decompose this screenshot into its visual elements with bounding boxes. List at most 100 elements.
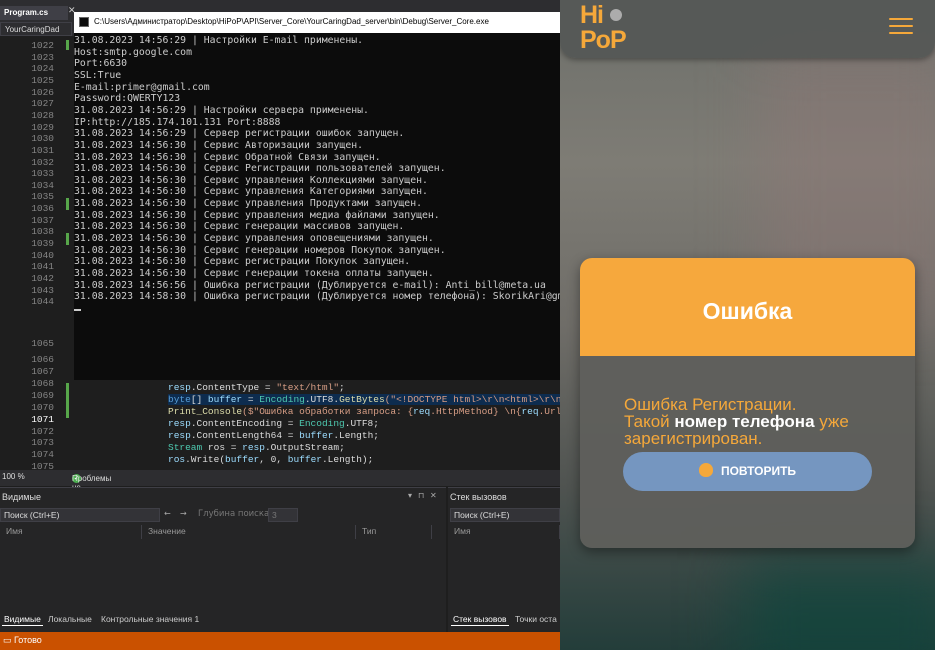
column-header-value[interactable]: Значение <box>142 525 356 539</box>
line-number: 1032 <box>31 156 54 168</box>
console-line: 31.08.2023 14:56:30 | Сервис управления … <box>74 233 434 245</box>
depth-label: Глубина поиска: <box>198 509 273 519</box>
code-line-1074: resp.ContentLength64 = buffer.Length; <box>168 430 379 441</box>
line-number: 1070 <box>31 401 54 413</box>
retry-button[interactable]: ПОВТОРИТЬ <box>623 452 872 491</box>
change-marker <box>66 233 69 245</box>
change-marker <box>66 198 69 210</box>
line-number: 1044 <box>31 296 54 308</box>
locals-panel: Видимые ▾ ⊓ ✕ Поиск (Ctrl+E) ← → Глубина… <box>0 487 446 632</box>
console-line: 31.08.2023 14:58:30 | Ошибка регистрации… <box>74 291 560 303</box>
line-number: 1028 <box>31 109 54 121</box>
pin-icon[interactable]: ⊓ <box>418 491 424 500</box>
dialog-header: Ошибка <box>580 258 915 356</box>
depth-select[interactable]: 3 <box>268 508 298 522</box>
line-number: 1023 <box>31 51 54 63</box>
console-window[interactable]: C:\Users\Администратор\Desktop\HiPoP\API… <box>74 12 560 380</box>
console-line: 31.08.2023 14:56:30 | Сервис регистрации… <box>74 256 411 268</box>
line-number: 1031 <box>31 144 54 156</box>
column-header-name[interactable]: Имя <box>0 525 142 539</box>
dropdown-icon[interactable]: ▾ <box>408 491 412 500</box>
console-line: E-mail:primer@gmail.com <box>74 81 210 93</box>
visual-studio-window: Program.cs ✕ YourCaringDad 1022 1023 1024 1… <box>0 0 560 650</box>
search-input[interactable]: Поиск (Ctrl+E) <box>450 508 560 522</box>
console-line: Port:6630 <box>74 58 128 70</box>
console-line: Host:smtp.google.com <box>74 46 192 58</box>
dialog-title: Ошибка <box>702 298 793 324</box>
line-number: 1067 <box>31 366 54 377</box>
line-number: 1030 <box>31 133 54 145</box>
line-number: 1042 <box>31 273 54 284</box>
line-number: 1040 <box>31 249 54 261</box>
console-line: 31.08.2023 14:56:30 | Сервис генерации т… <box>74 268 434 279</box>
change-marker <box>66 383 69 418</box>
console-line: IP:http://185.174.101.131 Port:8888 <box>74 116 281 128</box>
console-line: 31.08.2023 14:56:30 | Сервис управления … <box>74 209 440 221</box>
console-line: 31.08.2023 14:56:30 | Сервис управления … <box>74 198 422 210</box>
code-line-1075: Stream ros = resp.OutputStream; <box>168 442 345 453</box>
console-title-bar[interactable]: C:\Users\Администратор\Desktop\HiPoP\API… <box>74 12 560 33</box>
line-number: 1029 <box>31 121 54 133</box>
zoom-level[interactable]: 100 % <box>2 472 25 481</box>
column-header-name[interactable]: Имя <box>448 525 560 539</box>
tab-visible[interactable]: Видимые <box>2 613 43 626</box>
logo-line-1: Hi <box>580 1 604 29</box>
console-line: 31.08.2023 14:56:30 | Сервис Регистрации… <box>74 163 446 175</box>
paw-icon <box>610 9 622 21</box>
line-number: 1074 <box>31 449 54 461</box>
code-editor[interactable]: resp.ContentType = "text/html"; byte[] b… <box>74 380 560 470</box>
console-output: 31.08.2023 14:56:29 | Настройки E-mail п… <box>74 33 560 380</box>
code-line-1073: resp.ContentEncoding = Encoding.UTF8; <box>168 418 379 429</box>
back-arrow-icon[interactable]: ← <box>164 509 171 518</box>
code-line-1076: ros.Write(buffer, 0, buffer.Length); <box>168 454 374 465</box>
app-header: Hi PoP <box>560 0 935 58</box>
tab-call-stack[interactable]: Стек вызовов <box>451 613 509 626</box>
console-icon <box>79 17 89 27</box>
tab-breakpoints[interactable]: Точки оста <box>513 613 559 625</box>
line-number: 1033 <box>31 168 54 180</box>
status-icon: ▭ <box>3 635 12 645</box>
line-number: 1065 <box>31 338 54 349</box>
line-number: 1025 <box>31 74 54 86</box>
change-marker <box>66 40 69 50</box>
console-line: 31.08.2023 14:56:30 | Сервис Авторизации… <box>74 139 364 151</box>
console-line: 31.08.2023 14:56:29 | Сервер регистрации… <box>74 128 405 140</box>
console-line: 31.08.2023 14:56:30 | Сервис Обратной Св… <box>74 151 381 163</box>
line-number: 1073 <box>31 437 54 449</box>
tab-watch-1[interactable]: Контрольные значения 1 <box>99 613 201 625</box>
line-number: 1068 <box>31 377 54 389</box>
code-line-1071: byte[] buffer = Encoding.UTF8.GetBytes("… <box>168 394 560 405</box>
search-input[interactable]: Поиск (Ctrl+E) <box>0 508 160 522</box>
console-line: 31.08.2023 14:56:29 | Настройки E-mail п… <box>74 35 364 46</box>
line-number: 1035 <box>31 191 54 203</box>
console-line: 31.08.2023 14:56:30 | Сервис управления … <box>74 186 428 198</box>
line-number: 1072 <box>31 425 54 437</box>
panel-title: Видимые <box>2 492 41 502</box>
line-number: 1038 <box>31 226 54 238</box>
retry-button-label: ПОВТОРИТЬ <box>720 464 797 478</box>
column-header-type[interactable]: Тип <box>356 525 432 539</box>
console-line: Password:QWERTY123 <box>74 93 181 105</box>
logo-line-2: PoP <box>580 26 627 54</box>
console-line: SSL:True <box>74 69 122 81</box>
error-dialog: Ошибка Ошибка Регистрации. Такой номер те… <box>580 258 915 548</box>
call-stack-panel: Стек вызовов Поиск (Ctrl+E) Имя <box>448 487 560 632</box>
line-number: 1037 <box>31 214 54 226</box>
forward-arrow-icon[interactable]: → <box>180 509 187 518</box>
line-number: 1026 <box>31 86 54 98</box>
close-icon[interactable]: ✕ <box>430 491 437 500</box>
paw-icon <box>698 463 713 477</box>
line-number: 1069 <box>31 389 54 401</box>
line-number: 1034 <box>31 179 54 191</box>
hamburger-menu-button[interactable] <box>889 18 913 36</box>
status-bar: ▭ Готово <box>0 632 560 650</box>
error-message: Ошибка Регистрации. Такой номер телефона … <box>624 395 849 448</box>
console-line: 31.08.2023 14:56:29 | Настройки сервера … <box>74 104 369 116</box>
tab-locals[interactable]: Локальные <box>46 613 94 625</box>
console-line: 31.08.2023 14:56:30 | Сервис управления … <box>74 174 428 186</box>
line-number: 1043 <box>31 284 54 296</box>
tab-program-cs[interactable]: Program.cs <box>0 6 68 20</box>
code-line-1070: resp.ContentType = "text/html"; <box>168 382 345 393</box>
project-dropdown[interactable]: YourCaringDad <box>0 22 72 36</box>
line-number: 1066 <box>31 354 54 365</box>
